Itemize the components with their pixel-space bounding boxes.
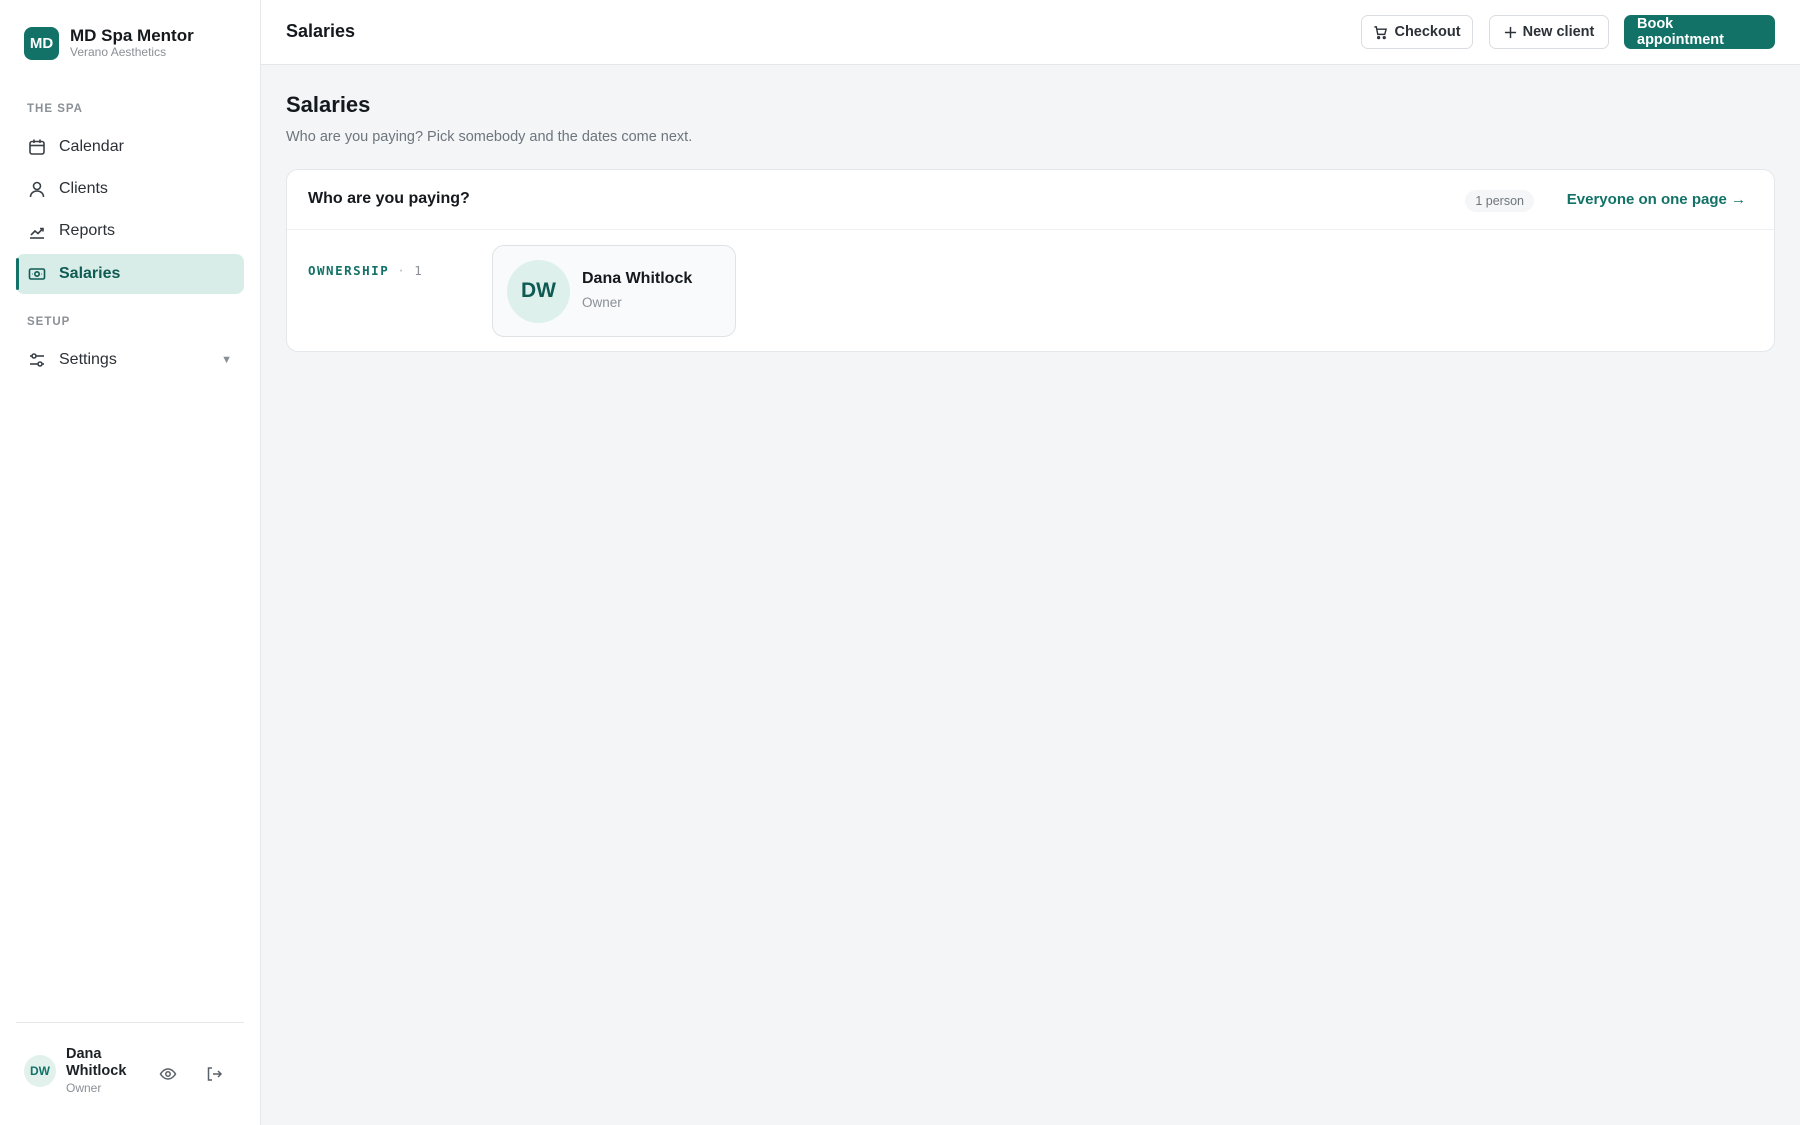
sidebar-item-settings[interactable]: Settings ▼ [16,340,244,380]
payee-picker-card: Who are you paying? 1 person Everyone on… [286,169,1775,352]
new-client-label: New client [1522,24,1595,40]
user-role: Owner [66,1081,102,1095]
card-header: Who are you paying? 1 person Everyone on… [287,170,1774,230]
checkout-button[interactable]: Checkout [1361,15,1473,49]
sidebar-divider [16,1022,244,1023]
brand-logo: MD [24,26,59,60]
group-name: OWNERSHIP [308,263,390,278]
brand-subtitle: Verano Aesthetics [70,45,167,59]
everyone-on-one-page-link[interactable]: Everyone on one page → [1567,191,1746,208]
user-icon [27,179,47,199]
sidebar-item-label: Clients [59,180,108,197]
eye-icon [159,1068,177,1080]
cart-icon [1373,25,1388,40]
sidebar-item-label: Reports [59,222,116,239]
logout-icon [207,1067,223,1081]
sliders-icon [27,350,47,370]
money-icon [27,264,47,284]
checkout-label: Checkout [1394,24,1461,40]
group-separator: · [397,263,407,278]
sidebar-item-label: Salaries [59,265,121,282]
section-label-setup: SETUP [27,316,71,328]
people-count-badge: 1 person [1465,190,1534,212]
person-role: Owner [582,295,622,310]
book-appointment-button[interactable]: Book appointment [1624,15,1775,49]
avatar: DW [507,259,570,323]
brand-name: MD Spa Mentor [70,26,194,45]
sidebar-item-calendar[interactable]: Calendar [16,127,244,167]
sidebar-item-salaries[interactable]: Salaries [16,254,244,294]
topbar-title: Salaries [286,21,356,41]
chevron-down-icon: ▼ [221,354,232,366]
logout-button[interactable] [203,1063,225,1085]
sidebar-item-reports[interactable]: Reports [16,211,244,251]
group-count: 1 [414,263,422,278]
view-as-button[interactable] [157,1063,179,1085]
calendar-icon [27,137,47,157]
sidebar: MD MD Spa Mentor Verano Aesthetics THE S… [0,0,261,1125]
trend-chart-icon [27,221,47,241]
plus-icon [1504,26,1517,39]
section-label-spa: THE SPA [27,103,83,115]
page-title: Salaries [286,92,371,117]
sidebar-item-label: Settings [59,351,117,368]
user-profile[interactable]: DW Dana Whitlock Owner [24,1046,146,1096]
card-title: Who are you paying? [308,190,470,207]
person-name: Dana Whitlock [582,270,693,287]
new-client-button[interactable]: New client [1489,15,1609,49]
avatar: DW [24,1055,56,1087]
topbar: Salaries Checkout New client Book appoin… [261,0,1800,65]
sidebar-item-clients[interactable]: Clients [16,169,244,209]
group-label-ownership: OWNERSHIP · 1 [308,263,422,278]
sidebar-item-label: Calendar [59,138,124,155]
brand[interactable]: MD MD Spa Mentor Verano Aesthetics [24,26,194,60]
person-card-dana-whitlock[interactable]: DW Dana Whitlock Owner [492,245,736,337]
page-subtitle: Who are you paying? Pick somebody and th… [286,129,693,145]
user-name: Dana Whitlock [66,1046,127,1079]
